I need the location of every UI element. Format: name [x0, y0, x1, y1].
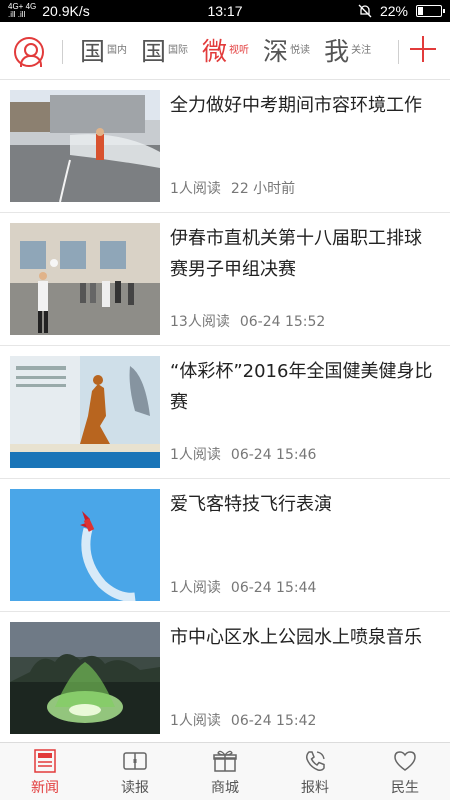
news-item[interactable]: 爱飞客特技飞行表演 1人阅读 06-24 15:44: [0, 479, 450, 612]
tab-video-char: 微: [202, 36, 228, 66]
phone-icon: [306, 751, 325, 771]
nav-news[interactable]: 新闻: [0, 743, 90, 800]
nav-label: 读报: [121, 780, 149, 796]
tab-international-label: 国际: [168, 45, 189, 56]
read-count: 1人阅读: [170, 181, 221, 197]
news-title: 伊春市直机关第十八届职工排球赛男子甲组决赛: [170, 228, 422, 280]
news-title: 市中心区水上公园水上喷泉音乐: [170, 627, 422, 648]
divider: [62, 40, 63, 64]
battery-icon: [416, 5, 445, 17]
nav-livelihood[interactable]: 民生: [360, 743, 450, 800]
newspaper-icon: [123, 752, 147, 770]
publish-time: 22 小时前: [230, 181, 296, 197]
news-item[interactable]: 全力做好中考期间市容环境工作 1人阅读 22 小时前: [0, 80, 450, 213]
tab-international[interactable]: 国 国际: [141, 39, 190, 64]
nav-label: 民生: [391, 780, 419, 796]
publish-time: 06-24 15:44: [230, 580, 317, 596]
news-meta: 1人阅读 22 小时前: [170, 178, 295, 198]
read-count: 1人阅读: [170, 580, 221, 596]
mute-bell-icon: [358, 4, 372, 18]
tab-domestic-char: 国: [80, 36, 106, 66]
news-meta: 1人阅读 06-24 15:44: [170, 577, 316, 597]
news-item[interactable]: “体彩杯”2016年全国健美健身比赛 1人阅读 06-24 15:46: [0, 346, 450, 479]
divider: [398, 40, 399, 64]
news-list: 全力做好中考期间市容环境工作 1人阅读 22 小时前 伊春市直机关第十八届职工排球…: [0, 80, 450, 745]
read-count: 13人阅读: [170, 314, 230, 330]
tab-international-char: 国: [141, 36, 167, 66]
clock: 13:17: [207, 3, 243, 19]
heart-icon: [394, 751, 416, 771]
tab-domestic-label: 国内: [107, 45, 128, 56]
news-meta: 1人阅读 06-24 15:42: [170, 710, 316, 730]
channel-tabs: 国 国内 国 国际 微 视听 深 悦读 我 关注: [80, 22, 385, 80]
tab-following-char: 我: [324, 36, 350, 66]
channel-bar: 国 国内 国 国际 微 视听 深 悦读 我 关注: [0, 22, 450, 80]
news-meta: 13人阅读 06-24 15:52: [170, 311, 325, 331]
news-item[interactable]: 伊春市直机关第十八届职工排球赛男子甲组决赛 13人阅读 06-24 15:52: [0, 213, 450, 346]
tab-following[interactable]: 我 关注: [324, 39, 373, 64]
user-avatar-icon[interactable]: [14, 37, 44, 67]
tab-reading-label: 悦读: [290, 45, 311, 56]
news-icon: [34, 749, 56, 773]
news-thumbnail: [10, 90, 160, 202]
news-thumbnail: [10, 356, 160, 468]
tab-domestic[interactable]: 国 国内: [80, 39, 129, 64]
news-meta: 1人阅读 06-24 15:46: [170, 444, 316, 464]
tab-reading[interactable]: 深 悦读: [263, 39, 312, 64]
nav-label: 新闻: [31, 780, 59, 796]
news-thumbnail: [10, 489, 160, 601]
nav-newspaper[interactable]: 读报: [90, 743, 180, 800]
tab-following-label: 关注: [351, 45, 372, 56]
tab-reading-char: 深: [263, 36, 289, 66]
news-thumbnail: [10, 223, 160, 335]
nav-label: 报料: [301, 780, 329, 796]
news-title: 爱飞客特技飞行表演: [170, 494, 332, 515]
read-count: 1人阅读: [170, 447, 221, 463]
nav-label: 商城: [211, 780, 239, 796]
publish-time: 06-24 15:46: [230, 447, 317, 463]
add-channel-icon[interactable]: [410, 36, 436, 62]
tab-video-label: 视听: [229, 45, 250, 56]
nav-mall[interactable]: 商城: [180, 743, 270, 800]
publish-time: 06-24 15:42: [230, 713, 317, 729]
news-title: “体彩杯”2016年全国健美健身比赛: [170, 361, 433, 413]
tab-video[interactable]: 微 视听: [202, 39, 251, 64]
read-count: 1人阅读: [170, 713, 221, 729]
news-title: 全力做好中考期间市容环境工作: [170, 95, 422, 116]
publish-time: 06-24 15:52: [239, 314, 326, 330]
nav-report[interactable]: 报料: [270, 743, 360, 800]
news-item[interactable]: 市中心区水上公园水上喷泉音乐 1人阅读 06-24 15:42: [0, 612, 450, 745]
news-thumbnail: [10, 622, 160, 734]
gift-icon: [213, 750, 237, 772]
status-bar: 4G+ 4G .ill .ill 20.9K/s 13:17 22%: [0, 0, 450, 22]
bottom-nav: 新闻 读报 商城 报料 民生: [0, 742, 450, 800]
